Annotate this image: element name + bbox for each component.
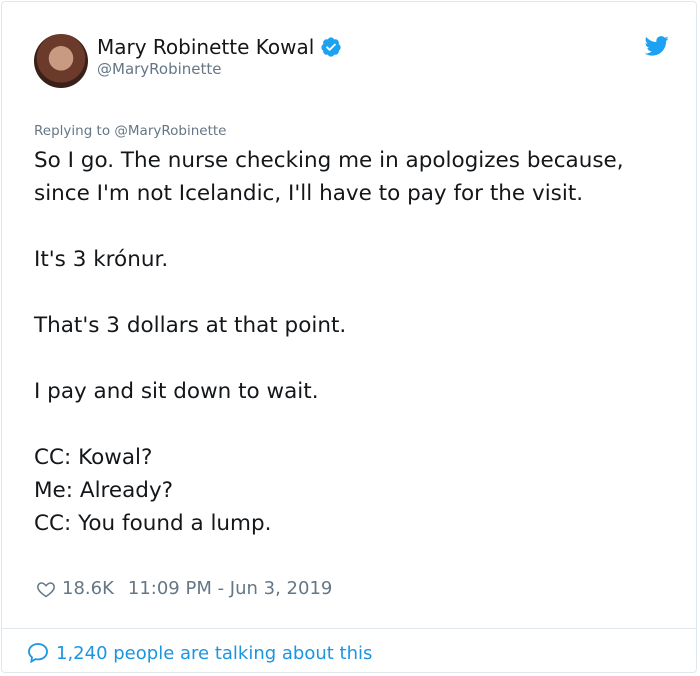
replying-to: Replying to @MaryRobinette xyxy=(34,123,226,139)
like-count[interactable]: 18.6K xyxy=(62,578,114,599)
tweet-timestamp[interactable]: 11:09 PM - Jun 3, 2019 xyxy=(128,578,332,599)
author-handle[interactable]: @MaryRobinette xyxy=(97,60,222,78)
tweet-text: So I go. The nurse checking me in apolog… xyxy=(34,148,624,536)
reply-mention-link[interactable]: @MaryRobinette xyxy=(114,123,226,139)
conversation-link[interactable]: 1,240 people are talking about this xyxy=(26,641,372,665)
heart-icon[interactable] xyxy=(36,579,56,599)
talking-count-label[interactable]: 1,240 people are talking about this xyxy=(56,643,372,664)
speech-bubble-icon xyxy=(28,643,48,664)
replying-to-label: Replying to xyxy=(34,123,115,139)
author-name[interactable]: Mary Robinette Kowal xyxy=(97,35,314,59)
divider xyxy=(2,628,696,629)
verified-badge-icon xyxy=(321,37,341,57)
avatar[interactable] xyxy=(34,34,88,88)
twitter-bird-icon[interactable] xyxy=(645,36,669,56)
tweet-card: Mary Robinette Kowal @MaryRobinette Repl… xyxy=(1,1,697,673)
author-name-row[interactable]: Mary Robinette Kowal xyxy=(97,35,342,59)
tweet-meta: 18.6K 11:09 PM - Jun 3, 2019 xyxy=(36,578,332,599)
